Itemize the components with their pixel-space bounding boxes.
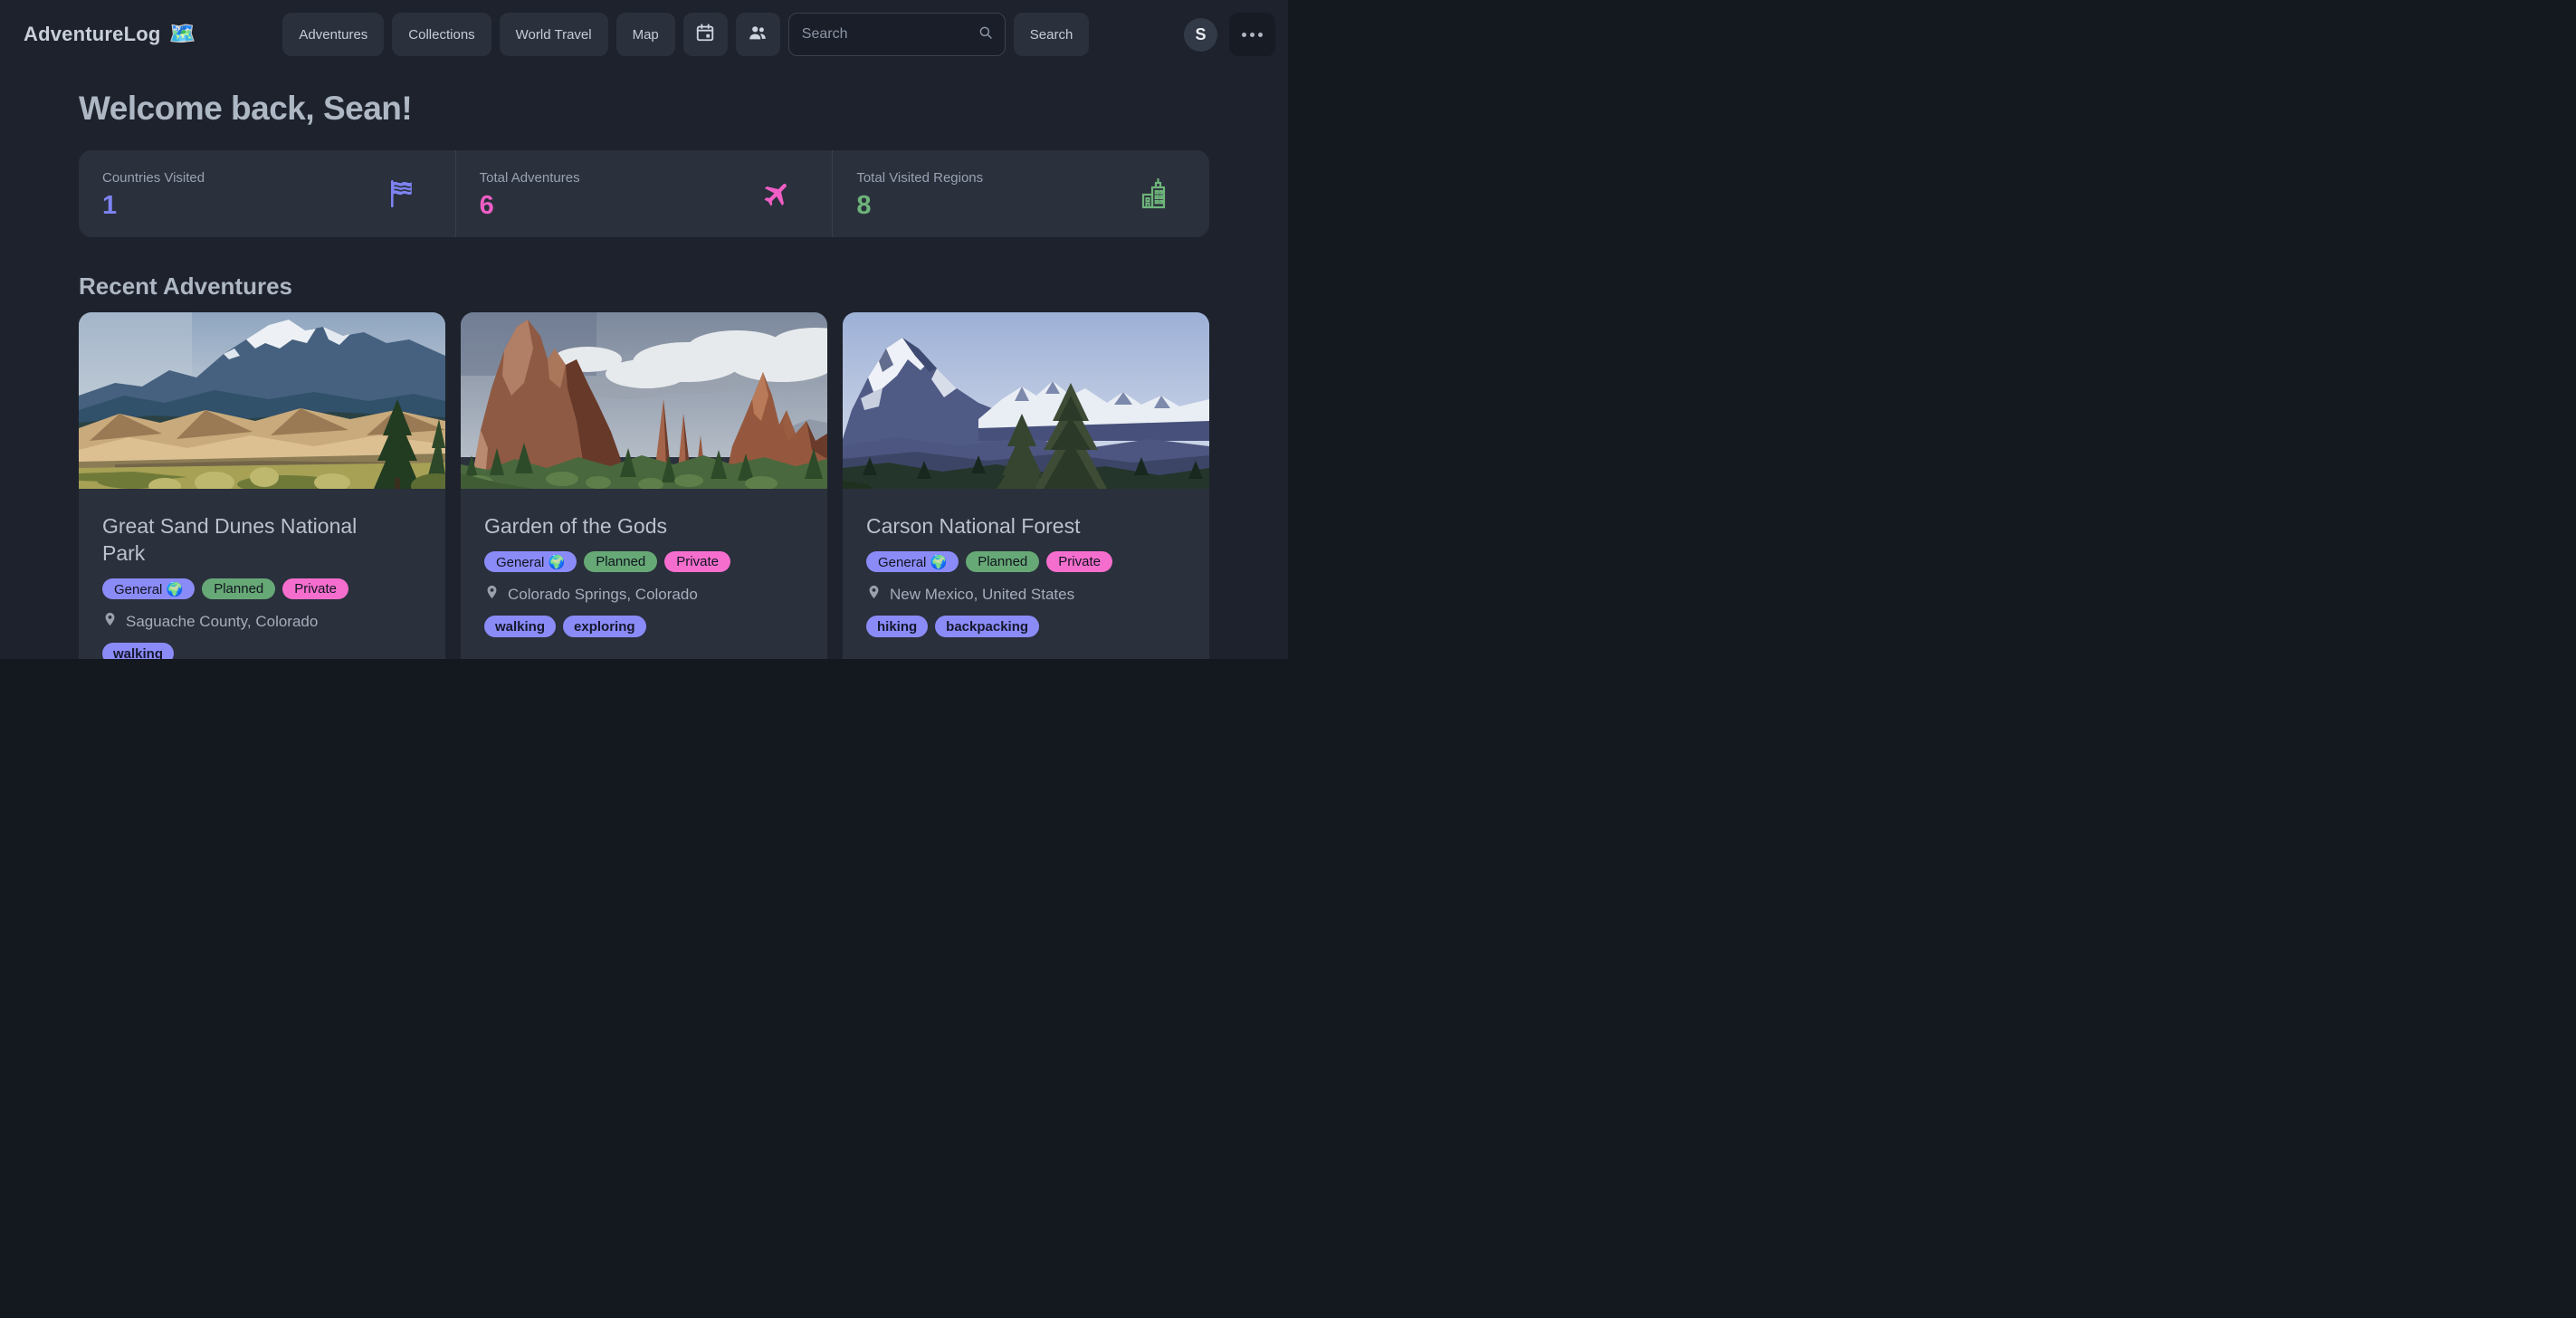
activity-tag: walking [102, 643, 174, 659]
search-field [788, 13, 1006, 56]
stat-value: 8 [856, 192, 983, 219]
badge-row: General 🌍 Planned Private [484, 551, 804, 572]
location-text: Saguache County, Colorado [126, 613, 318, 631]
stat-value: 1 [102, 192, 205, 219]
flag-icon [388, 179, 415, 208]
navbar: AdventureLog 🗺️ Adventures Collections W… [0, 0, 1288, 69]
more-menu-button[interactable] [1229, 13, 1275, 56]
tag-row: hiking backpacking [866, 616, 1186, 637]
location-text: Colorado Springs, Colorado [508, 586, 698, 604]
category-badge: General 🌍 [484, 551, 577, 572]
stat-label: Total Visited Regions [856, 170, 983, 186]
location-row: Saguache County, Colorado [102, 610, 422, 633]
visibility-badge: Private [664, 551, 730, 572]
stats-panel: Countries Visited 1 Total Adventures 6 [79, 150, 1209, 237]
nav-adventures-button[interactable]: Adventures [282, 13, 384, 56]
adventure-photo-carson-forest [843, 312, 1209, 489]
tag-row: walking exploring [484, 616, 804, 637]
recent-adventures-heading: Recent Adventures [79, 272, 1209, 301]
welcome-heading: Welcome back, Sean! [79, 89, 1209, 129]
nav-world-travel-button[interactable]: World Travel [500, 13, 608, 56]
app-logo[interactable]: AdventureLog 🗺️ [24, 23, 196, 46]
stat-label: Countries Visited [102, 170, 205, 186]
app-title: AdventureLog [24, 23, 161, 46]
ellipsis-icon [1242, 33, 1263, 37]
activity-tag: hiking [866, 616, 928, 637]
adventure-card-great-sand-dunes[interactable]: Great Sand Dunes National Park General 🌍… [79, 312, 445, 659]
search-icon [978, 24, 994, 45]
search-button[interactable]: Search [1014, 13, 1090, 56]
stat-label: Total Adventures [480, 170, 580, 186]
adventure-photo-sand-dunes [79, 312, 445, 489]
map-pin-icon [866, 583, 882, 606]
calendar-icon [695, 23, 715, 46]
calendar-button[interactable] [683, 13, 728, 56]
category-badge: General 🌍 [866, 551, 959, 572]
visibility-badge: Private [282, 578, 348, 599]
activity-tag: walking [484, 616, 556, 637]
adventure-title[interactable]: Great Sand Dunes National Park [102, 512, 401, 567]
nav-collections-button[interactable]: Collections [392, 13, 491, 56]
search-input[interactable] [802, 26, 978, 43]
adventure-title[interactable]: Carson National Forest [866, 512, 1165, 540]
activity-tag: exploring [563, 616, 646, 637]
status-badge: Planned [966, 551, 1039, 572]
badge-row: General 🌍 Planned Private [102, 578, 422, 599]
navbar-right: S [1184, 13, 1275, 56]
tag-row: walking [102, 643, 422, 659]
map-pin-icon [102, 610, 118, 633]
adventure-cards: Great Sand Dunes National Park General 🌍… [79, 312, 1209, 659]
status-badge: Planned [202, 578, 275, 599]
nav-links: Adventures Collections World Travel Map [282, 13, 779, 56]
adventure-photo-garden-of-the-gods [461, 312, 827, 489]
activity-tag: backpacking [935, 616, 1039, 637]
airplane-icon [761, 178, 792, 209]
status-badge: Planned [584, 551, 657, 572]
map-pin-icon [484, 583, 500, 606]
avatar[interactable]: S [1184, 18, 1217, 52]
visibility-badge: Private [1046, 551, 1112, 572]
city-icon [1140, 177, 1169, 210]
badge-row: General 🌍 Planned Private [866, 551, 1186, 572]
stat-total-visited-regions: Total Visited Regions 8 [832, 150, 1209, 237]
location-row: New Mexico, United States [866, 583, 1186, 606]
stat-countries-visited: Countries Visited 1 [79, 150, 455, 237]
dashboard: Welcome back, Sean! Countries Visited 1 [0, 89, 1288, 659]
app-window: AdventureLog 🗺️ Adventures Collections W… [0, 0, 1288, 659]
users-icon [748, 23, 768, 46]
shared-users-button[interactable] [736, 13, 780, 56]
stat-total-adventures: Total Adventures 6 [455, 150, 833, 237]
nav-map-button[interactable]: Map [616, 13, 675, 56]
category-badge: General 🌍 [102, 578, 195, 599]
adventure-card-garden-of-the-gods[interactable]: Garden of the Gods General 🌍 Planned Pri… [461, 312, 827, 659]
adventure-title[interactable]: Garden of the Gods [484, 512, 783, 540]
location-text: New Mexico, United States [890, 586, 1074, 604]
adventure-card-carson-national-forest[interactable]: Carson National Forest General 🌍 Planned… [843, 312, 1209, 659]
stat-value: 6 [480, 192, 580, 219]
location-row: Colorado Springs, Colorado [484, 583, 804, 606]
map-logo-icon: 🗺️ [169, 24, 196, 45]
